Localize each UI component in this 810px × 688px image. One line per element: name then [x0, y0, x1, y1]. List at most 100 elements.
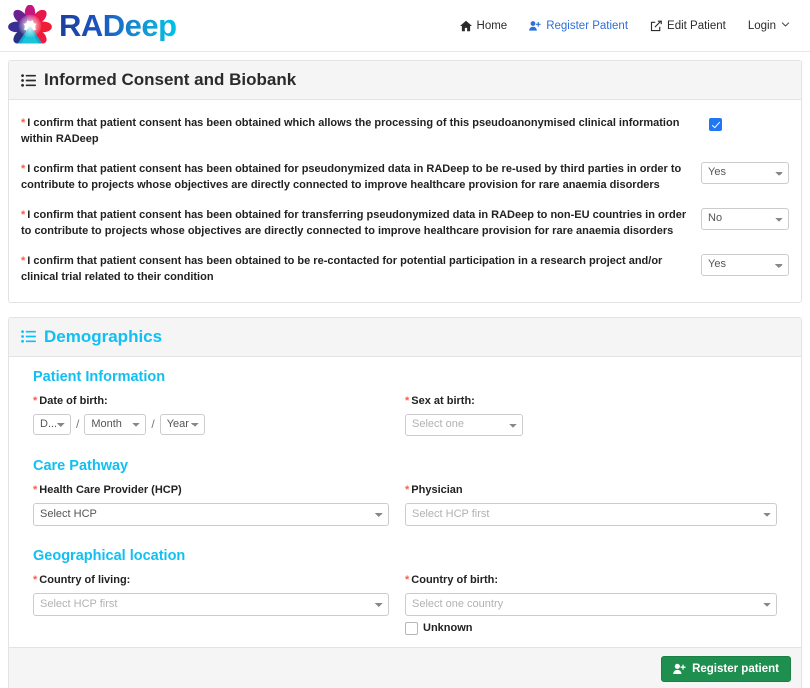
consent-row: * I confirm that patient consent has been… [9, 154, 793, 200]
consent-checkbox-processing[interactable] [709, 118, 722, 131]
required-asterisk: * [405, 394, 410, 407]
consent-select-recontact[interactable]: Yes [701, 253, 789, 276]
page-content: Informed Consent and Biobank * I confirm … [0, 52, 810, 688]
nav-item-login-label: Login [747, 19, 776, 32]
consent-row: * I confirm that patient consent has been… [9, 200, 793, 246]
unknown-country-row: Unknown [405, 621, 777, 635]
dob-month-select[interactable]: Month [84, 413, 147, 435]
nav-item-edit-patient[interactable]: Edit Patient [650, 20, 726, 32]
hcp-label: * Health Care Provider (HCP) [33, 484, 389, 496]
consent-statement: I confirm that patient consent has been … [21, 254, 663, 283]
nav-item-edit-patient-label: Edit Patient [667, 19, 726, 32]
dob-separator: / [76, 417, 80, 431]
consent-select-third-parties[interactable]: Yes [701, 161, 789, 184]
dob-separator: / [151, 417, 155, 431]
hcp-label-text: Health Care Provider (HCP) [39, 483, 182, 496]
register-patient-button[interactable]: Register patient [661, 655, 791, 682]
consent-text: * I confirm that patient consent has been… [9, 160, 691, 194]
required-asterisk: * [405, 573, 410, 586]
demographics-header: Demographics [9, 317, 801, 357]
list-icon [21, 330, 36, 343]
chevron-down-icon [781, 22, 790, 27]
required-asterisk: * [21, 254, 26, 267]
dob-inputs: D... / Month / Year [33, 413, 389, 435]
nav-item-login[interactable]: Login [748, 20, 790, 32]
section-heading-patient-information: Patient Information [33, 368, 166, 385]
informed-consent-panel: Informed Consent and Biobank * I confirm … [8, 60, 802, 303]
sex-field-group: * Sex at birth: Select one [405, 395, 777, 436]
informed-consent-header: Informed Consent and Biobank [9, 61, 801, 100]
section-heading-care-pathway: Care Pathway [33, 457, 129, 474]
dob-day-select[interactable]: D... [33, 413, 71, 435]
patient-information-grid: * Date of birth: D... / Month / Year * Sex… [21, 395, 789, 436]
nav-item-register-patient-label: Register Patient [546, 19, 629, 32]
country-living-field-group: * Country of living: Select HCP first [33, 574, 405, 635]
physician-select[interactable]: Select HCP first [405, 502, 777, 526]
required-asterisk: * [33, 573, 38, 586]
unknown-country-label: Unknown [423, 622, 473, 634]
informed-consent-body: * I confirm that patient consent has been… [9, 100, 801, 302]
geographical-location-grid: * Country of living: Select HCP first * Co… [21, 574, 789, 635]
required-asterisk: * [405, 483, 410, 496]
required-asterisk: * [21, 162, 26, 175]
nav-item-home[interactable]: Home [459, 19, 508, 32]
dob-label: * Date of birth: [33, 395, 389, 407]
consent-control: Yes [701, 252, 793, 276]
list-icon [21, 73, 36, 87]
user-plus-icon [529, 20, 541, 31]
consent-text: * I confirm that patient consent has been… [9, 114, 691, 148]
country-of-birth-select[interactable]: Select one country [405, 592, 777, 616]
sex-label: * Sex at birth: [405, 395, 777, 407]
country-living-label-text: Country of living: [39, 573, 131, 586]
nav-links: Home Register Patient Edit Patient Login [459, 19, 798, 32]
consent-control: Yes [701, 160, 793, 184]
country-of-living-select[interactable]: Select HCP first [33, 592, 389, 616]
consent-text: * I confirm that patient consent has been… [9, 206, 691, 240]
top-navbar: RADeep Home Register Patient Edit Patien… [0, 0, 810, 52]
user-plus-icon [673, 663, 686, 674]
physician-label-text: Physician [411, 483, 463, 496]
demographics-footer: Register patient [9, 646, 801, 688]
home-icon [459, 20, 472, 31]
country-birth-label: * Country of birth: [405, 574, 777, 586]
physician-label: * Physician [405, 484, 777, 496]
dob-field-group: * Date of birth: D... / Month / Year [33, 395, 405, 436]
country-birth-field-group: * Country of birth: Select one country Un… [405, 574, 777, 635]
edit-square-icon [650, 20, 662, 31]
demographics-body: Patient Information * Date of birth: D...… [9, 357, 801, 647]
consent-row: * I confirm that patient consent has been… [9, 246, 793, 292]
sex-at-birth-select[interactable]: Select one [405, 413, 523, 436]
required-asterisk: * [33, 394, 38, 407]
nav-item-register-patient[interactable]: Register Patient [529, 20, 628, 32]
consent-control: No [701, 206, 793, 230]
required-asterisk: * [21, 208, 26, 221]
nav-item-home-label: Home [476, 19, 508, 32]
hcp-field-group: * Health Care Provider (HCP) Select HCP [33, 484, 405, 526]
care-pathway-grid: * Health Care Provider (HCP) Select HCP *… [21, 484, 789, 526]
consent-select-non-eu-transfer[interactable]: No [701, 207, 789, 230]
dob-label-text: Date of birth: [39, 394, 108, 407]
demographics-title: Demographics [44, 326, 163, 346]
required-asterisk: * [33, 483, 38, 496]
consent-statement: I confirm that patient consent has been … [21, 162, 682, 191]
consent-statement: I confirm that patient consent has been … [21, 208, 687, 237]
brand-name: RADeep [59, 8, 177, 43]
register-patient-button-label: Register patient [692, 662, 779, 675]
consent-row: * I confirm that patient consent has been… [9, 108, 793, 154]
section-heading-geographical-location: Geographical location [33, 547, 186, 564]
demographics-panel: Demographics Patient Information * Date o… [8, 316, 802, 688]
brand[interactable]: RADeep [8, 4, 177, 47]
informed-consent-title: Informed Consent and Biobank [44, 70, 297, 89]
sex-label-text: Sex at birth: [411, 394, 475, 407]
country-birth-label-text: Country of birth: [411, 573, 499, 586]
flower-logo-icon [8, 4, 52, 43]
unknown-country-checkbox[interactable] [405, 621, 418, 635]
required-asterisk: * [21, 117, 26, 129]
physician-field-group: * Physician Select HCP first [405, 484, 777, 526]
dob-year-select[interactable]: Year [159, 413, 205, 435]
hcp-select[interactable]: Select HCP [33, 502, 389, 526]
consent-text: * I confirm that patient consent has been… [9, 252, 691, 286]
country-living-label: * Country of living: [33, 574, 389, 586]
